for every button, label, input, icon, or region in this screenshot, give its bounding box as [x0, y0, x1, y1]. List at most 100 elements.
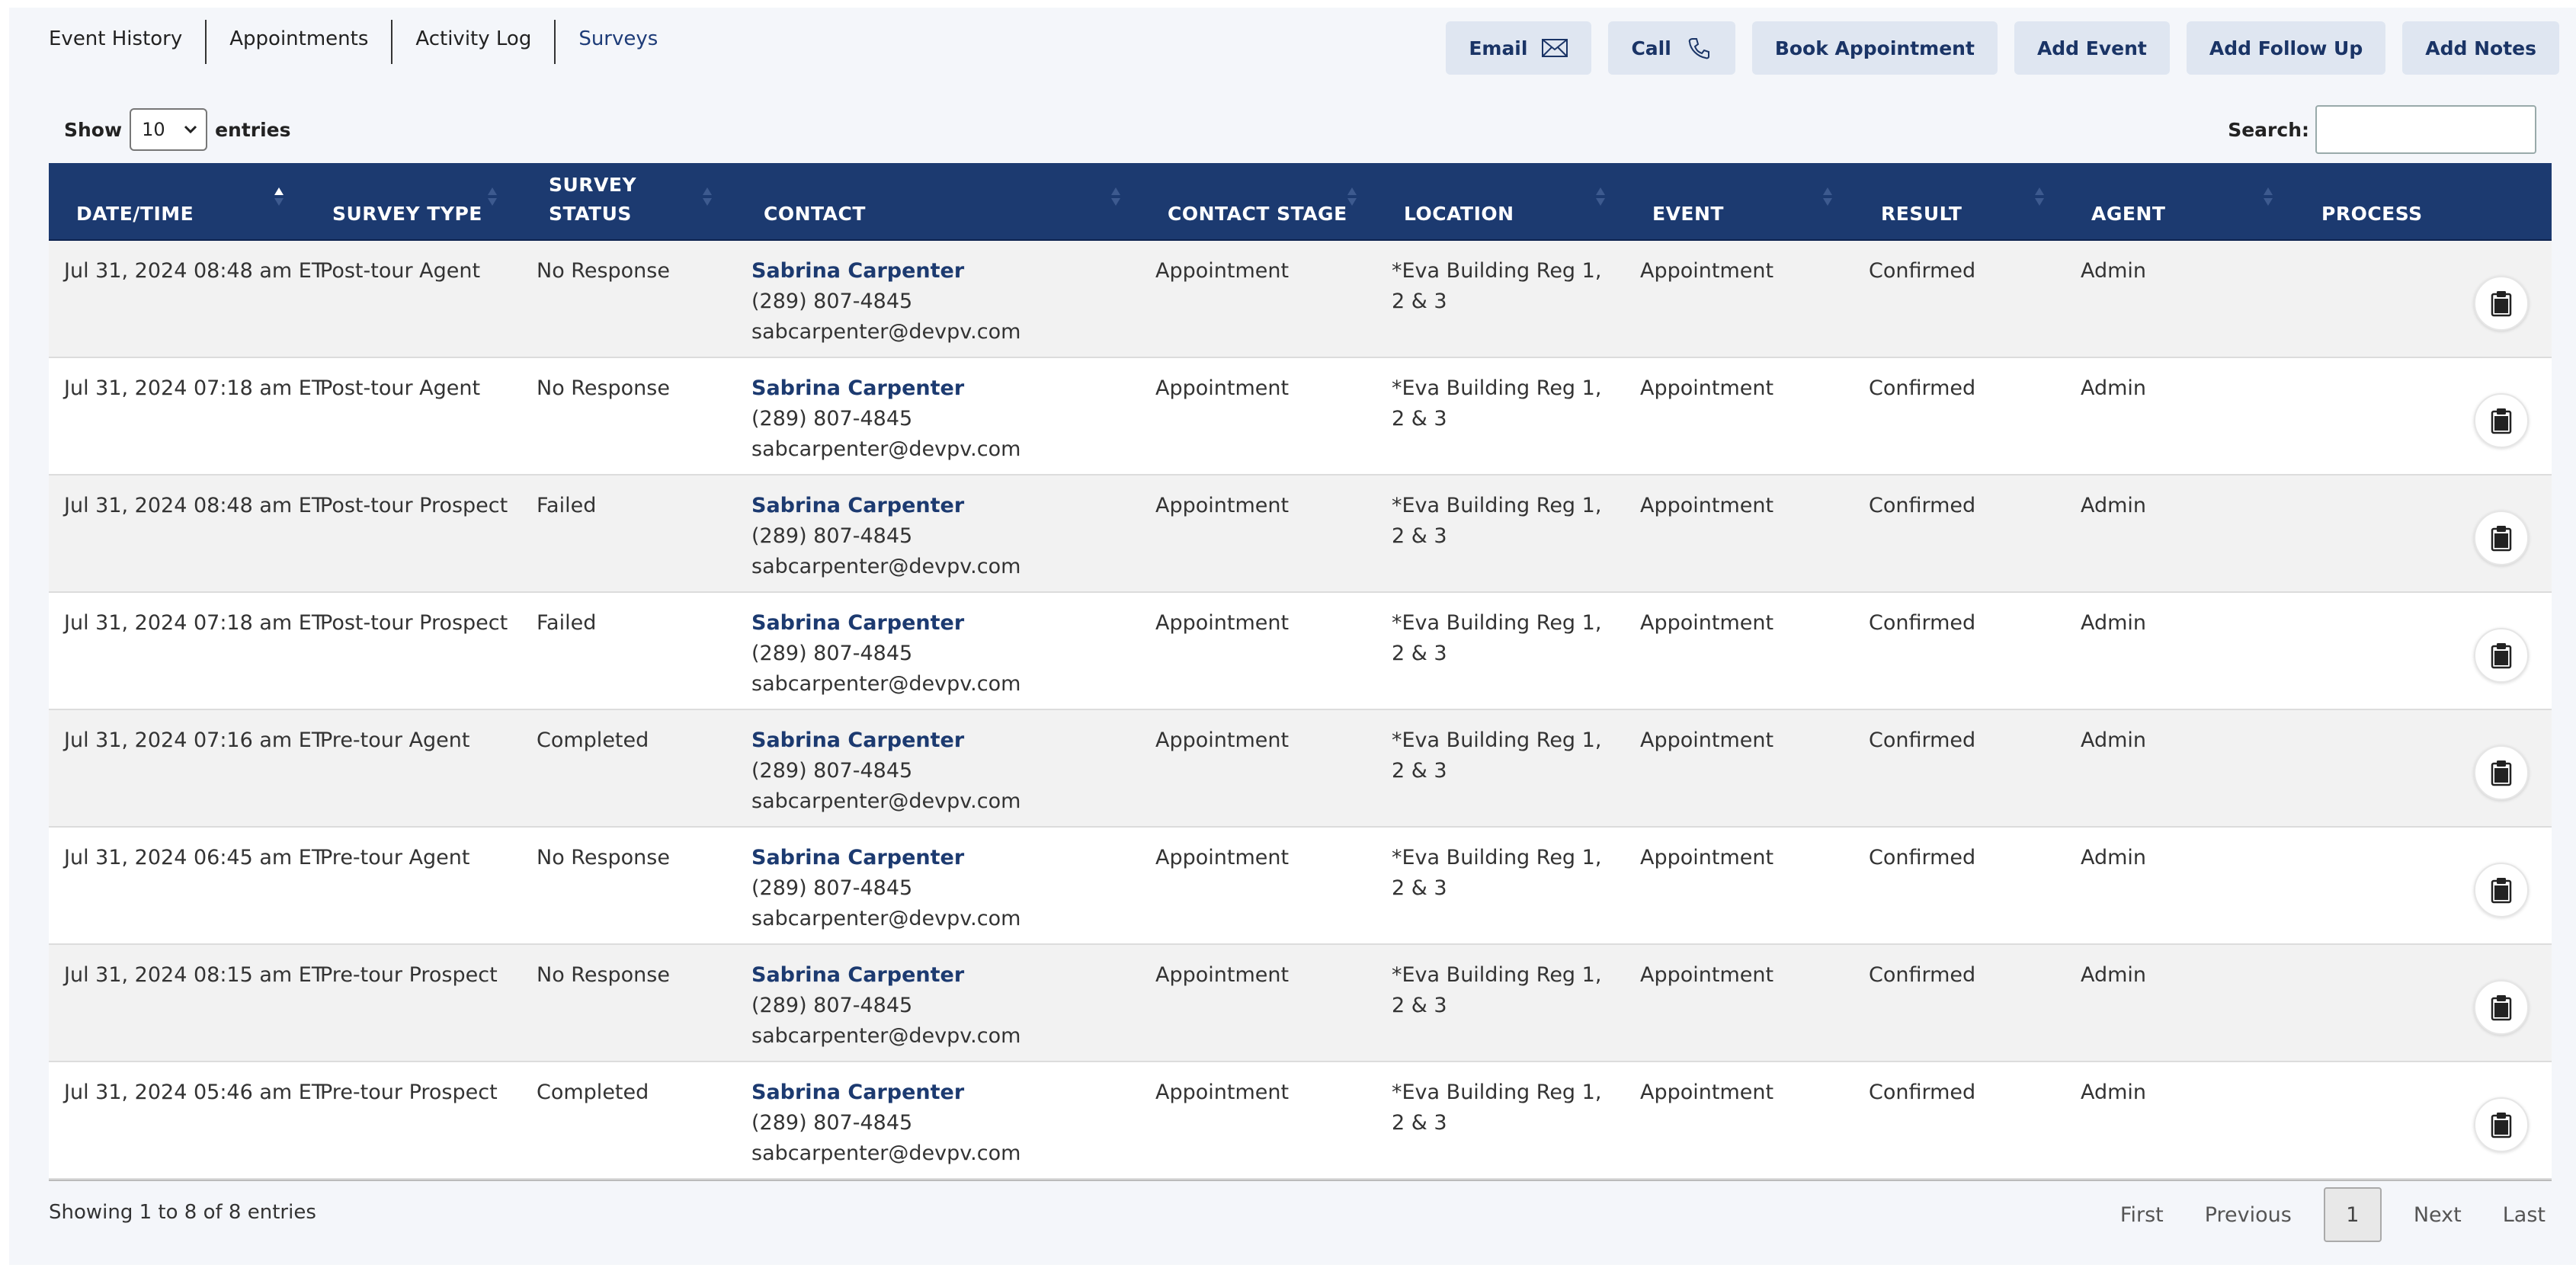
- cell-survey-type: Pre-tour Prospect: [320, 963, 498, 987]
- cell-contact: Sabrina Carpenter (289) 807-4845 sabcarp…: [751, 843, 1020, 934]
- process-button[interactable]: [2474, 628, 2529, 683]
- call-button[interactable]: Call: [1608, 21, 1735, 75]
- cell-agent: Admin: [2081, 611, 2147, 635]
- current-page-button[interactable]: 1: [2323, 1187, 2382, 1242]
- process-button[interactable]: [2474, 863, 2529, 917]
- column-header-event[interactable]: EVENT: [1652, 200, 1724, 229]
- process-button[interactable]: [2474, 276, 2529, 331]
- last-page-button[interactable]: Last: [2494, 1199, 2555, 1231]
- tab-appointments[interactable]: Appointments: [207, 20, 393, 64]
- cell-survey-type: Pre-tour Agent: [320, 728, 470, 752]
- cell-agent: Admin: [2081, 494, 2147, 517]
- cell-event: Appointment: [1640, 259, 1774, 283]
- email-button-label: Email: [1469, 37, 1528, 59]
- process-button[interactable]: [2474, 393, 2529, 448]
- contact-name-link[interactable]: Sabrina Carpenter: [751, 960, 1020, 991]
- search-input[interactable]: [2315, 105, 2536, 154]
- cell-survey-status: Completed: [537, 1081, 649, 1104]
- cell-datetime: Jul 31, 2024 06:45 am ET: [64, 846, 325, 869]
- cell-contact-stage: Appointment: [1155, 259, 1290, 283]
- cell-datetime: Jul 31, 2024 08:48 am ET: [64, 259, 325, 283]
- contact-phone: (289) 807-4845: [751, 407, 913, 431]
- contact-name-link[interactable]: Sabrina Carpenter: [751, 373, 1020, 404]
- cell-event: Appointment: [1640, 1081, 1774, 1104]
- cell-result: Confirmed: [1869, 259, 1976, 283]
- cell-survey-status: No Response: [537, 846, 670, 869]
- column-header-contact-stage[interactable]: CONTACT STAGE: [1168, 200, 1347, 229]
- contact-phone: (289) 807-4845: [751, 524, 913, 548]
- contact-phone: (289) 807-4845: [751, 994, 913, 1017]
- cell-result: Confirmed: [1869, 376, 1976, 400]
- show-label: Show: [64, 118, 123, 141]
- column-header-survey-type[interactable]: SURVEY TYPE: [332, 200, 482, 229]
- column-header-location[interactable]: LOCATION: [1404, 200, 1514, 229]
- cell-survey-status: Failed: [537, 494, 597, 517]
- cell-survey-status: No Response: [537, 376, 670, 400]
- sort-icon: [1347, 187, 1357, 206]
- column-header-agent[interactable]: AGENT: [2091, 200, 2165, 229]
- cell-contact: Sabrina Carpenter (289) 807-4845 sabcarp…: [751, 608, 1020, 700]
- cell-survey-status: Completed: [537, 728, 649, 752]
- clipboard-icon: [2491, 643, 2512, 669]
- pagination: First Previous 1 Next Last: [2111, 1187, 2555, 1242]
- table-row: Jul 31, 2024 08:48 am ET Post-tour Prosp…: [49, 476, 2552, 593]
- entries-label: entries: [215, 118, 291, 141]
- process-button[interactable]: [2474, 1097, 2529, 1152]
- email-button[interactable]: Email: [1446, 21, 1592, 75]
- contact-phone: (289) 807-4845: [751, 642, 913, 665]
- add-follow-up-button[interactable]: Add Follow Up: [2186, 21, 2386, 75]
- contact-name-link[interactable]: Sabrina Carpenter: [751, 725, 1020, 756]
- cell-survey-type: Post-tour Agent: [320, 259, 481, 283]
- column-header-survey-status[interactable]: SURVEY STATUS: [549, 171, 636, 229]
- sort-icon: [1111, 187, 1120, 206]
- cell-result: Confirmed: [1869, 728, 1976, 752]
- contact-name-link[interactable]: Sabrina Carpenter: [751, 256, 1020, 287]
- cell-agent: Admin: [2081, 259, 2147, 283]
- contact-email: sabcarpenter@devpv.com: [751, 907, 1021, 930]
- envelope-icon: [1542, 39, 1568, 57]
- contact-name-link[interactable]: Sabrina Carpenter: [751, 608, 1020, 639]
- contact-name-link[interactable]: Sabrina Carpenter: [751, 843, 1020, 873]
- cell-survey-type: Pre-tour Agent: [320, 846, 470, 869]
- process-button[interactable]: [2474, 980, 2529, 1035]
- cell-event: Appointment: [1640, 728, 1774, 752]
- cell-survey-type: Post-tour Agent: [320, 376, 481, 400]
- sort-icon: [1596, 187, 1605, 206]
- cell-contact: Sabrina Carpenter (289) 807-4845 sabcarp…: [751, 960, 1020, 1052]
- clipboard-icon: [2491, 526, 2512, 552]
- process-button[interactable]: [2474, 511, 2529, 565]
- clipboard-icon: [2491, 408, 2512, 434]
- tab-surveys[interactable]: Surveys: [556, 20, 681, 64]
- surveys-table: DATE/TIME SURVEY TYPE SURVEY STATUS CONT…: [49, 163, 2552, 1181]
- contact-name-link[interactable]: Sabrina Carpenter: [751, 1077, 1020, 1108]
- add-notes-button[interactable]: Add Notes: [2402, 21, 2559, 75]
- cell-result: Confirmed: [1869, 611, 1976, 635]
- column-header-contact[interactable]: CONTACT: [764, 200, 866, 229]
- cell-survey-status: No Response: [537, 259, 670, 283]
- cell-contact-stage: Appointment: [1155, 376, 1290, 400]
- tab-activity-log[interactable]: Activity Log: [392, 20, 556, 64]
- process-button[interactable]: [2474, 745, 2529, 800]
- contact-name-link[interactable]: Sabrina Carpenter: [751, 491, 1020, 521]
- previous-page-button[interactable]: Previous: [2196, 1199, 2301, 1231]
- table-row: Jul 31, 2024 06:45 am ET Pre-tour Agent …: [49, 828, 2552, 945]
- contact-email: sabcarpenter@devpv.com: [751, 555, 1021, 578]
- cell-event: Appointment: [1640, 963, 1774, 987]
- cell-location: *Eva Building Reg 1, 2 & 3: [1392, 846, 1602, 900]
- cell-contact: Sabrina Carpenter (289) 807-4845 sabcarp…: [751, 1077, 1020, 1169]
- book-appointment-button[interactable]: Book Appointment: [1751, 21, 1998, 75]
- cell-agent: Admin: [2081, 963, 2147, 987]
- add-event-button[interactable]: Add Event: [2014, 21, 2170, 75]
- page-length-select[interactable]: 10: [130, 108, 208, 151]
- cell-survey-type: Post-tour Prospect: [320, 494, 508, 517]
- cell-location: *Eva Building Reg 1, 2 & 3: [1392, 963, 1602, 1017]
- next-page-button[interactable]: Next: [2405, 1199, 2471, 1231]
- tab-event-history[interactable]: Event History: [49, 20, 207, 64]
- cell-result: Confirmed: [1869, 494, 1976, 517]
- column-header-result[interactable]: RESULT: [1881, 200, 1962, 229]
- column-header-datetime[interactable]: DATE/TIME: [76, 200, 194, 229]
- cell-agent: Admin: [2081, 1081, 2147, 1104]
- cell-contact-stage: Appointment: [1155, 494, 1290, 517]
- table-info: Showing 1 to 8 of 8 entries: [49, 1201, 316, 1224]
- first-page-button[interactable]: First: [2111, 1199, 2173, 1231]
